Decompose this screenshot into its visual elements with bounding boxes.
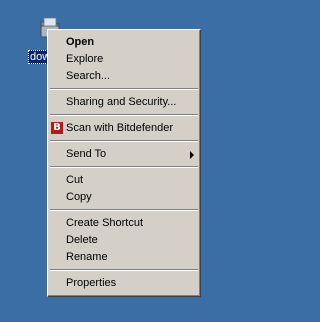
menu-separator <box>48 85 200 94</box>
menu-item-create-shortcut[interactable]: Create Shortcut <box>48 215 200 232</box>
bitdefender-icon: B <box>51 122 63 134</box>
menu-item-scan-bitdefender-label: Scan with Bitdefender <box>66 122 174 134</box>
menu-item-cut[interactable]: Cut <box>48 172 200 189</box>
menu-item-properties[interactable]: Properties <box>48 275 200 292</box>
menu-item-scan-bitdefender[interactable]: B Scan with Bitdefender <box>48 120 200 137</box>
menu-item-rename[interactable]: Rename <box>48 249 200 266</box>
context-menu: Open Explore Search... Sharing and Secur… <box>47 29 201 297</box>
menu-separator <box>48 266 200 275</box>
chevron-right-icon <box>190 151 194 159</box>
menu-item-search[interactable]: Search... <box>48 68 200 85</box>
menu-item-explore[interactable]: Explore <box>48 51 200 68</box>
menu-separator <box>48 111 200 120</box>
menu-item-send-to-label: Send To <box>66 148 107 160</box>
menu-separator <box>48 163 200 172</box>
menu-item-open[interactable]: Open <box>48 34 200 51</box>
menu-item-delete[interactable]: Delete <box>48 232 200 249</box>
menu-separator <box>48 137 200 146</box>
menu-item-send-to[interactable]: Send To <box>48 146 200 163</box>
menu-item-copy[interactable]: Copy <box>48 189 200 206</box>
menu-separator <box>48 206 200 215</box>
menu-item-sharing-security[interactable]: Sharing and Security... <box>48 94 200 111</box>
